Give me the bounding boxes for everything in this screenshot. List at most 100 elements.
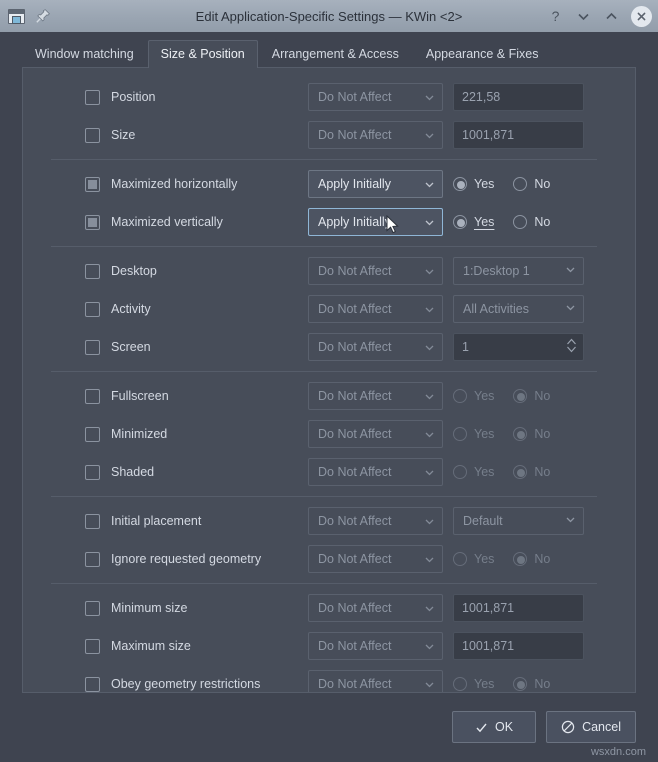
radio-dot-icon bbox=[453, 552, 467, 566]
policy-select-maximized-horizontally[interactable]: Apply Initially bbox=[308, 170, 443, 198]
input-size[interactable]: 1001,871 bbox=[453, 121, 584, 149]
spinbox-screen[interactable]: 1 bbox=[453, 333, 584, 361]
label-maximum-size: Maximum size bbox=[111, 640, 191, 653]
radio-label-yes: Yes bbox=[474, 177, 494, 191]
label-maximized-vertically: Maximized vertically bbox=[111, 216, 223, 229]
chevron-down-icon bbox=[424, 92, 435, 103]
checkbox-minimized[interactable] bbox=[85, 427, 100, 442]
row-maximized-vertically: Maximized vertically Apply Initially Yes… bbox=[23, 203, 621, 241]
separator bbox=[51, 583, 597, 584]
label-screen: Screen bbox=[111, 341, 151, 354]
tab-arrangement-and-access[interactable]: Arrangement & Access bbox=[259, 40, 412, 68]
policy-select-obey-geometry-restrictions[interactable]: Do Not Affect bbox=[308, 670, 443, 693]
radio-fullscreen-yes[interactable]: Yes bbox=[453, 389, 494, 403]
radio-ignore-requested-geometry-yes[interactable]: Yes bbox=[453, 552, 494, 566]
policy-select-fullscreen[interactable]: Do Not Affect bbox=[308, 382, 443, 410]
checkbox-maximized-horizontally[interactable] bbox=[85, 177, 100, 192]
radio-label-no: No bbox=[534, 177, 550, 191]
ok-button-label: OK bbox=[495, 720, 513, 734]
checkbox-shaded[interactable] bbox=[85, 465, 100, 480]
row-maximized-horizontally: Maximized horizontally Apply Initially Y… bbox=[23, 165, 621, 203]
radio-label-no: No bbox=[534, 677, 550, 691]
select-initial-placement-value[interactable]: Default bbox=[453, 507, 584, 535]
policy-value-activity: Do Not Affect bbox=[318, 302, 424, 316]
policy-select-size[interactable]: Do Not Affect bbox=[308, 121, 443, 149]
policy-select-minimum-size[interactable]: Do Not Affect bbox=[308, 594, 443, 622]
close-button[interactable] bbox=[631, 6, 652, 27]
label-position: Position bbox=[111, 91, 155, 104]
policy-select-minimized[interactable]: Do Not Affect bbox=[308, 420, 443, 448]
checkbox-activity[interactable] bbox=[85, 302, 100, 317]
radio-label-yes: Yes bbox=[474, 677, 494, 691]
policy-value-obey-geometry-restrictions: Do Not Affect bbox=[318, 677, 424, 691]
minimize-button[interactable] bbox=[575, 8, 592, 25]
radio-label-yes: Yes bbox=[474, 215, 494, 229]
radio-minimized-yes[interactable]: Yes bbox=[453, 427, 494, 441]
policy-select-maximum-size[interactable]: Do Not Affect bbox=[308, 632, 443, 660]
checkbox-obey-geometry-restrictions[interactable] bbox=[85, 677, 100, 692]
separator bbox=[51, 371, 597, 372]
radio-maximized-vertically-no[interactable]: No bbox=[513, 215, 550, 229]
radio-maximized-vertically-yes[interactable]: Yes bbox=[453, 215, 494, 229]
label-minimized: Minimized bbox=[111, 428, 167, 441]
policy-select-ignore-requested-geometry[interactable]: Do Not Affect bbox=[308, 545, 443, 573]
titlebar[interactable]: Edit Application-Specific Settings — KWi… bbox=[0, 0, 658, 32]
policy-select-maximized-vertically[interactable]: Apply Initially bbox=[308, 208, 443, 236]
radio-obey-geometry-restrictions-yes[interactable]: Yes bbox=[453, 677, 494, 691]
policy-select-screen[interactable]: Do Not Affect bbox=[308, 333, 443, 361]
initial-placement-value-text: Default bbox=[463, 514, 503, 528]
desktop-value-text: 1:Desktop 1 bbox=[463, 264, 530, 278]
policy-select-desktop[interactable]: Do Not Affect bbox=[308, 257, 443, 285]
policy-value-initial-placement: Do Not Affect bbox=[318, 514, 424, 528]
radio-fullscreen-no[interactable]: No bbox=[513, 389, 550, 403]
input-maximum-size[interactable]: 1001,871 bbox=[453, 632, 584, 660]
chevron-down-icon bbox=[424, 679, 435, 690]
radio-minimized-no[interactable]: No bbox=[513, 427, 550, 441]
radio-maximized-horizontally-no[interactable]: No bbox=[513, 177, 550, 191]
radio-dot-icon bbox=[453, 215, 467, 229]
checkbox-desktop[interactable] bbox=[85, 264, 100, 279]
label-minimum-size: Minimum size bbox=[111, 602, 187, 615]
checkbox-screen[interactable] bbox=[85, 340, 100, 355]
checkbox-maximized-vertically[interactable] bbox=[85, 215, 100, 230]
radio-shaded-yes[interactable]: Yes bbox=[453, 465, 494, 479]
radio-dot-icon bbox=[453, 389, 467, 403]
radio-dot-icon bbox=[513, 677, 527, 691]
checkbox-fullscreen[interactable] bbox=[85, 389, 100, 404]
maximize-button[interactable] bbox=[603, 8, 620, 25]
select-activity-value[interactable]: All Activities bbox=[453, 295, 584, 323]
spinner-updown-icon[interactable] bbox=[565, 336, 578, 358]
checkbox-maximum-size[interactable] bbox=[85, 639, 100, 654]
tab-size-and-position[interactable]: Size & Position bbox=[148, 40, 258, 68]
checkbox-minimum-size[interactable] bbox=[85, 601, 100, 616]
checkbox-size[interactable] bbox=[85, 128, 100, 143]
row-fullscreen: Fullscreen Do Not Affect Yes No bbox=[23, 377, 621, 415]
radio-obey-geometry-restrictions-no[interactable]: No bbox=[513, 677, 550, 691]
ok-button[interactable]: OK bbox=[452, 711, 536, 743]
checkbox-initial-placement[interactable] bbox=[85, 514, 100, 529]
tab-appearance-and-fixes[interactable]: Appearance & Fixes bbox=[413, 40, 552, 68]
radio-maximized-horizontally-yes[interactable]: Yes bbox=[453, 177, 494, 191]
chevron-down-icon bbox=[424, 554, 435, 565]
checkbox-ignore-requested-geometry[interactable] bbox=[85, 552, 100, 567]
checkbox-position[interactable] bbox=[85, 90, 100, 105]
policy-value-maximized-horizontally: Apply Initially bbox=[318, 177, 424, 191]
radio-shaded-no[interactable]: No bbox=[513, 465, 550, 479]
policy-value-fullscreen: Do Not Affect bbox=[318, 389, 424, 403]
policy-select-activity[interactable]: Do Not Affect bbox=[308, 295, 443, 323]
cancel-button[interactable]: Cancel bbox=[546, 711, 636, 743]
radio-ignore-requested-geometry-no[interactable]: No bbox=[513, 552, 550, 566]
radiogroup-shaded: Yes No bbox=[453, 465, 550, 479]
settings-panel: Position Do Not Affect 221,58 Size Do No… bbox=[22, 67, 636, 693]
pin-icon[interactable] bbox=[35, 8, 51, 24]
select-desktop-value[interactable]: 1:Desktop 1 bbox=[453, 257, 584, 285]
tab-window-matching[interactable]: Window matching bbox=[22, 40, 147, 68]
policy-select-initial-placement[interactable]: Do Not Affect bbox=[308, 507, 443, 535]
help-button[interactable]: ? bbox=[547, 8, 564, 25]
chevron-down-icon bbox=[424, 342, 435, 353]
input-minimum-size[interactable]: 1001,871 bbox=[453, 594, 584, 622]
chevron-down-icon bbox=[424, 266, 435, 277]
policy-select-position[interactable]: Do Not Affect bbox=[308, 83, 443, 111]
input-position[interactable]: 221,58 bbox=[453, 83, 584, 111]
policy-select-shaded[interactable]: Do Not Affect bbox=[308, 458, 443, 486]
